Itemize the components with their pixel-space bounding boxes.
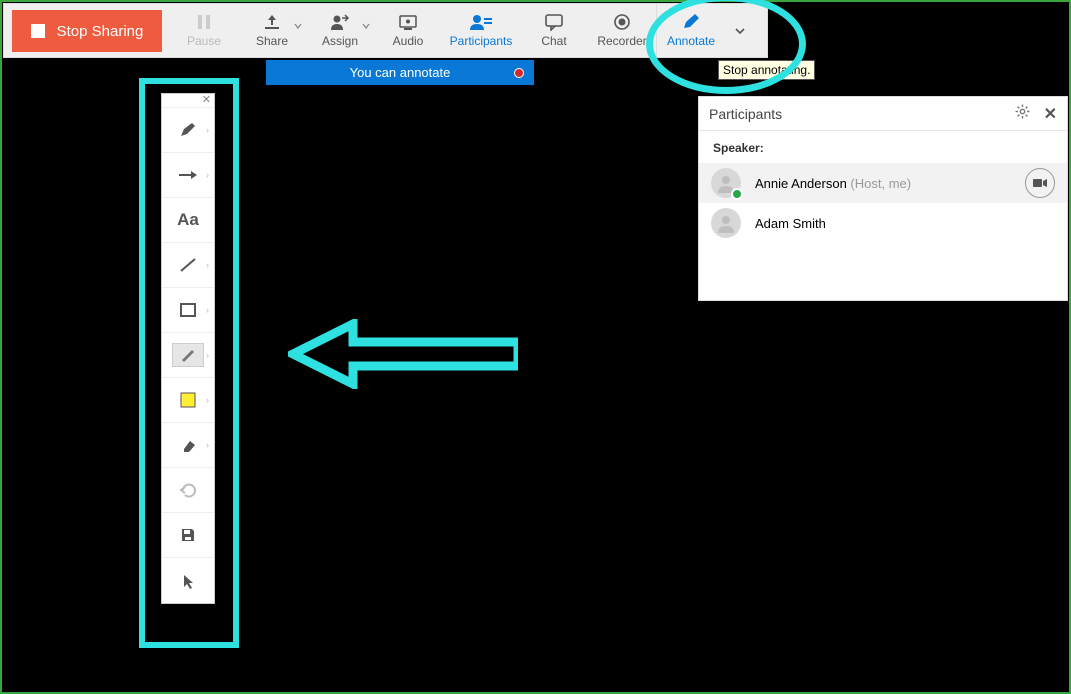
annotate-label: Annotate bbox=[667, 34, 715, 48]
chevron-right-icon: › bbox=[206, 260, 209, 270]
save-tool[interactable] bbox=[162, 513, 214, 558]
pause-icon bbox=[192, 13, 216, 31]
chevron-right-icon: › bbox=[206, 170, 209, 180]
audio-label: Audio bbox=[393, 34, 424, 48]
pause-label: Pause bbox=[187, 34, 221, 48]
avatar bbox=[711, 168, 741, 198]
participant-role: (Host, me) bbox=[850, 176, 911, 191]
color-tool[interactable]: › bbox=[162, 378, 214, 423]
participant-name: Annie Anderson (Host, me) bbox=[755, 176, 911, 191]
participant-name: Adam Smith bbox=[755, 216, 826, 231]
annotate-button[interactable]: Annotate bbox=[657, 4, 725, 57]
share-icon bbox=[260, 13, 284, 31]
text-tool[interactable]: Aa bbox=[162, 198, 214, 243]
save-icon bbox=[180, 527, 196, 543]
chevron-right-icon: › bbox=[206, 350, 209, 360]
chat-button[interactable]: Chat bbox=[520, 4, 588, 57]
audio-button[interactable]: Audio bbox=[374, 4, 442, 57]
assign-button[interactable]: Assign bbox=[306, 4, 374, 57]
annotate-icon bbox=[679, 13, 703, 31]
highlighter-tool[interactable]: › bbox=[162, 333, 214, 378]
close-icon[interactable]: ✕ bbox=[202, 94, 211, 107]
video-icon bbox=[1032, 177, 1048, 189]
arrow-tool[interactable]: › bbox=[162, 153, 214, 198]
text-icon: Aa bbox=[177, 210, 199, 230]
assign-label: Assign bbox=[322, 34, 358, 48]
color-swatch-icon bbox=[180, 392, 196, 408]
recorder-label: Recorder bbox=[597, 34, 646, 48]
presence-badge-icon bbox=[731, 188, 743, 200]
line-icon bbox=[178, 256, 198, 274]
eraser-icon bbox=[178, 437, 198, 453]
line-tool[interactable]: › bbox=[162, 243, 214, 288]
chevron-down-icon bbox=[362, 22, 370, 30]
stop-sharing-label: Stop Sharing bbox=[57, 23, 144, 40]
annotate-status-label: You can annotate bbox=[350, 65, 451, 80]
recording-dot-icon bbox=[514, 68, 524, 78]
cursor-tool[interactable] bbox=[162, 558, 214, 603]
video-button[interactable] bbox=[1025, 168, 1055, 198]
cursor-icon bbox=[181, 573, 195, 589]
eraser-tool[interactable]: › bbox=[162, 423, 214, 468]
undo-icon bbox=[179, 482, 197, 498]
participants-icon bbox=[469, 13, 493, 31]
participants-titlebar: Participants ✕ bbox=[699, 97, 1067, 131]
top-toolbar: Stop Sharing Pause Share Assign Audio Pa… bbox=[3, 3, 768, 58]
participants-panel: Participants ✕ Speaker: Annie Anderson (… bbox=[698, 96, 1068, 301]
chevron-down-icon bbox=[294, 22, 302, 30]
pen-tool[interactable]: › bbox=[162, 108, 214, 153]
recorder-icon bbox=[610, 13, 634, 31]
chat-label: Chat bbox=[541, 34, 566, 48]
highlighter-icon bbox=[172, 343, 204, 367]
participant-row[interactable]: Adam Smith bbox=[699, 203, 1067, 243]
participants-button[interactable]: Participants bbox=[442, 4, 520, 57]
share-button[interactable]: Share bbox=[238, 4, 306, 57]
annotation-tool-panel: ✕ › › Aa › › › › › bbox=[161, 93, 215, 604]
stop-sharing-button[interactable]: Stop Sharing bbox=[12, 10, 162, 52]
pause-button[interactable]: Pause bbox=[170, 4, 238, 57]
highlight-arrow bbox=[288, 319, 518, 389]
annotate-tooltip: Stop annotating. bbox=[718, 60, 815, 80]
undo-tool[interactable] bbox=[162, 468, 214, 513]
chevron-right-icon: › bbox=[206, 125, 209, 135]
assign-icon bbox=[328, 13, 352, 31]
close-icon[interactable]: ✕ bbox=[1044, 104, 1057, 124]
annotate-dropdown[interactable] bbox=[725, 4, 755, 57]
chevron-right-icon: › bbox=[206, 305, 209, 315]
chevron-right-icon: › bbox=[206, 440, 209, 450]
participants-label: Participants bbox=[450, 34, 513, 48]
settings-icon[interactable] bbox=[1015, 104, 1030, 124]
chevron-down-icon bbox=[734, 25, 746, 37]
chat-icon bbox=[542, 13, 566, 31]
pen-icon bbox=[178, 121, 198, 139]
recorder-button[interactable]: Recorder bbox=[588, 4, 656, 57]
share-label: Share bbox=[256, 34, 288, 48]
avatar bbox=[711, 208, 741, 238]
stop-icon bbox=[31, 24, 45, 38]
participants-title: Participants bbox=[709, 106, 782, 122]
chevron-right-icon: › bbox=[206, 395, 209, 405]
rectangle-tool[interactable]: › bbox=[162, 288, 214, 333]
speaker-label: Speaker: bbox=[699, 131, 1067, 163]
tool-panel-close-row: ✕ bbox=[162, 94, 214, 108]
audio-icon bbox=[396, 13, 420, 31]
participant-row[interactable]: Annie Anderson (Host, me) bbox=[699, 163, 1067, 203]
arrow-icon bbox=[177, 168, 199, 182]
rectangle-icon bbox=[179, 302, 197, 318]
annotate-status-bar: You can annotate bbox=[266, 60, 534, 85]
